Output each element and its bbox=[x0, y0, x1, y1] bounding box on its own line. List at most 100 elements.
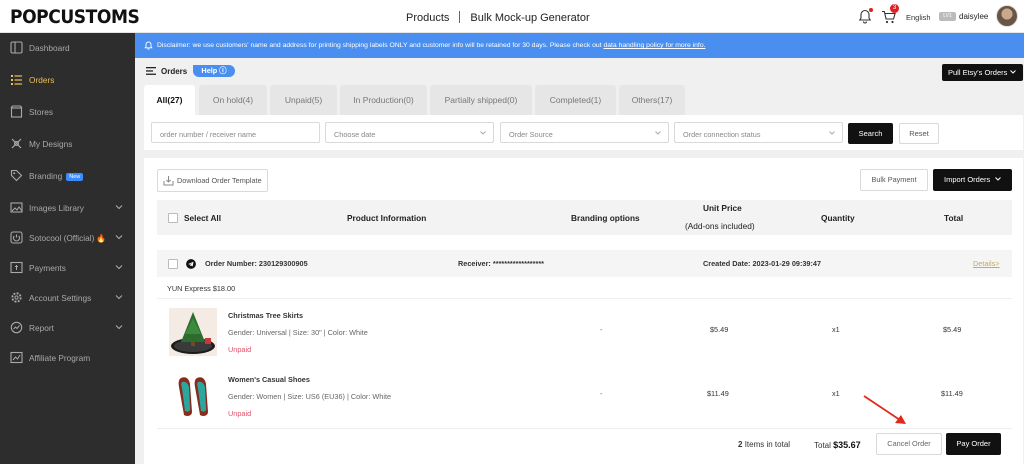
sidebar-item-branding[interactable]: Branding New bbox=[0, 166, 135, 186]
data-policy-link[interactable]: data handling policy for more info. bbox=[603, 42, 705, 49]
bell-icon bbox=[144, 41, 153, 50]
report-icon bbox=[10, 321, 23, 334]
sidebar-item-affiliate-program[interactable]: Affiliate Program bbox=[0, 348, 135, 368]
sidebar-item-label: Affiliate Program bbox=[29, 353, 91, 363]
new-badge: New bbox=[66, 173, 84, 181]
fire-icon: 🔥 bbox=[96, 234, 107, 243]
sidebar-item-label: Account Settings bbox=[29, 293, 92, 303]
sidebar-item-my-designs[interactable]: My Designs bbox=[0, 134, 135, 154]
order-checkbox[interactable] bbox=[168, 259, 178, 269]
col-unit-price-note: (Add-ons included) bbox=[685, 221, 755, 231]
sidebar-item-label: My Designs bbox=[29, 139, 73, 149]
logo[interactable]: POPCUSTOMS bbox=[10, 6, 140, 28]
sidebar-item-label: Stores bbox=[29, 107, 53, 117]
sidebar-item-sotocool[interactable]: Sotocool (Official) 🔥 bbox=[0, 228, 135, 248]
product-thumbnail[interactable] bbox=[169, 308, 217, 356]
chevron-down-icon bbox=[115, 205, 123, 210]
line-total: $5.49 bbox=[943, 325, 962, 334]
language-selector[interactable]: English bbox=[906, 13, 931, 22]
bell-icon[interactable] bbox=[858, 8, 873, 24]
affiliate-icon bbox=[10, 351, 23, 364]
details-link[interactable]: Details> bbox=[973, 259, 1000, 268]
sidebar-item-label: Branding New bbox=[29, 171, 84, 181]
sidebar-item-report[interactable]: Report bbox=[0, 318, 135, 338]
notification-dot bbox=[869, 8, 873, 12]
sidebar-item-label: Payments bbox=[29, 263, 66, 273]
pull-etsy-orders-button[interactable]: Pull Etsy's Orders bbox=[942, 64, 1023, 81]
chevron-down-icon bbox=[1010, 70, 1016, 74]
avatar[interactable] bbox=[996, 5, 1018, 27]
import-orders-button[interactable]: Import Orders bbox=[933, 169, 1012, 191]
sidebar-item-account-settings[interactable]: Account Settings bbox=[0, 288, 135, 308]
sidebar-item-dashboard[interactable]: Dashboard bbox=[0, 38, 135, 58]
search-input[interactable]: order number / receiver name bbox=[151, 122, 320, 143]
list-icon bbox=[146, 67, 156, 75]
product-thumbnail[interactable] bbox=[169, 372, 217, 420]
top-nav: Products Bulk Mock-up Generator bbox=[406, 11, 590, 24]
sidebar-item-payments[interactable]: Payments bbox=[0, 258, 135, 278]
sidebar-item-label: Orders bbox=[29, 75, 55, 85]
tab-in-production[interactable]: In Production(0) bbox=[340, 85, 427, 115]
power-icon bbox=[10, 231, 23, 244]
order-header-row: Order Number: 230129300905 Receiver: ***… bbox=[157, 250, 1012, 277]
vip-badge: LV1 bbox=[939, 12, 956, 21]
nav-divider bbox=[459, 11, 461, 23]
status-badge: Unpaid bbox=[228, 345, 252, 354]
tab-on-hold[interactable]: On hold(4) bbox=[199, 85, 267, 115]
date-picker[interactable]: Choose date bbox=[325, 122, 494, 143]
bulk-payment-button[interactable]: Bulk Payment bbox=[860, 169, 928, 191]
image-icon bbox=[10, 202, 23, 213]
col-total: Total bbox=[944, 213, 964, 223]
search-button[interactable]: Search bbox=[848, 123, 893, 144]
cart-icon[interactable]: 3 bbox=[881, 4, 899, 24]
unit-price: $11.49 bbox=[707, 389, 729, 398]
reset-button[interactable]: Reset bbox=[899, 123, 939, 144]
tab-partially-shipped[interactable]: Partially shipped(0) bbox=[430, 85, 532, 115]
connection-status-select[interactable]: Order connection status bbox=[674, 122, 843, 143]
tab-unpaid[interactable]: Unpaid(5) bbox=[270, 85, 337, 115]
nav-products[interactable]: Products bbox=[406, 12, 449, 24]
import-label: Import Orders bbox=[944, 175, 991, 184]
help-button[interactable]: Help ⓘ bbox=[193, 65, 235, 77]
chevron-down-icon bbox=[115, 295, 123, 300]
pull-label: Pull Etsy's Orders bbox=[948, 68, 1008, 77]
select-all-checkbox[interactable] bbox=[168, 213, 178, 223]
download-icon bbox=[163, 176, 174, 186]
pay-order-button[interactable]: Pay Order bbox=[946, 433, 1001, 455]
sidebar-item-orders[interactable]: Orders bbox=[0, 70, 135, 90]
cancel-order-button[interactable]: Cancel Order bbox=[876, 433, 942, 455]
disclaimer-banner: Disclaimer: we use customers' name and a… bbox=[135, 33, 1024, 58]
order-receiver: Receiver: ****************** bbox=[458, 259, 544, 268]
nav-mockup-generator[interactable]: Bulk Mock-up Generator bbox=[470, 12, 589, 24]
sidebar-item-label: Images Library bbox=[29, 203, 84, 213]
chevron-down-icon bbox=[115, 325, 123, 330]
sidebar-item-stores[interactable]: Stores bbox=[0, 102, 135, 122]
annotation-arrow-icon bbox=[863, 395, 906, 424]
table-header: Select All Product Information Branding … bbox=[157, 200, 1012, 235]
sidebar-item-label: Report bbox=[29, 323, 54, 333]
order-total: Total $35.67 bbox=[814, 440, 861, 450]
col-unit-price: Unit Price bbox=[703, 203, 742, 213]
store-icon bbox=[10, 105, 23, 118]
telegram-icon bbox=[186, 259, 196, 269]
product-name[interactable]: Christmas Tree Skirts bbox=[228, 311, 303, 320]
order-source-select[interactable]: Order Source bbox=[500, 122, 669, 143]
col-branding-options: Branding options bbox=[571, 213, 640, 223]
gear-icon bbox=[11, 292, 22, 303]
sidebar-item-images-library[interactable]: Images Library bbox=[0, 198, 135, 218]
cart-badge: 3 bbox=[890, 4, 899, 13]
design-icon bbox=[11, 138, 22, 149]
sidebar-item-label: Dashboard bbox=[29, 43, 70, 53]
items-total: 2 Items in total bbox=[738, 440, 790, 449]
download-template-button[interactable]: Download Order Template bbox=[157, 169, 268, 192]
status-placeholder: Order connection status bbox=[683, 130, 761, 139]
disclaimer-body: Disclaimer: we use customers' name and a… bbox=[157, 42, 604, 49]
disclaimer-text: Disclaimer: we use customers' name and a… bbox=[157, 42, 705, 49]
username[interactable]: daisylee bbox=[959, 12, 988, 21]
product-name[interactable]: Women's Casual Shoes bbox=[228, 375, 310, 384]
tab-all[interactable]: All(27) bbox=[144, 85, 195, 115]
tab-completed[interactable]: Completed(1) bbox=[535, 85, 616, 115]
tag-icon bbox=[10, 169, 23, 182]
unit-price: $5.49 bbox=[710, 325, 729, 334]
tab-others[interactable]: Others(17) bbox=[619, 85, 685, 115]
